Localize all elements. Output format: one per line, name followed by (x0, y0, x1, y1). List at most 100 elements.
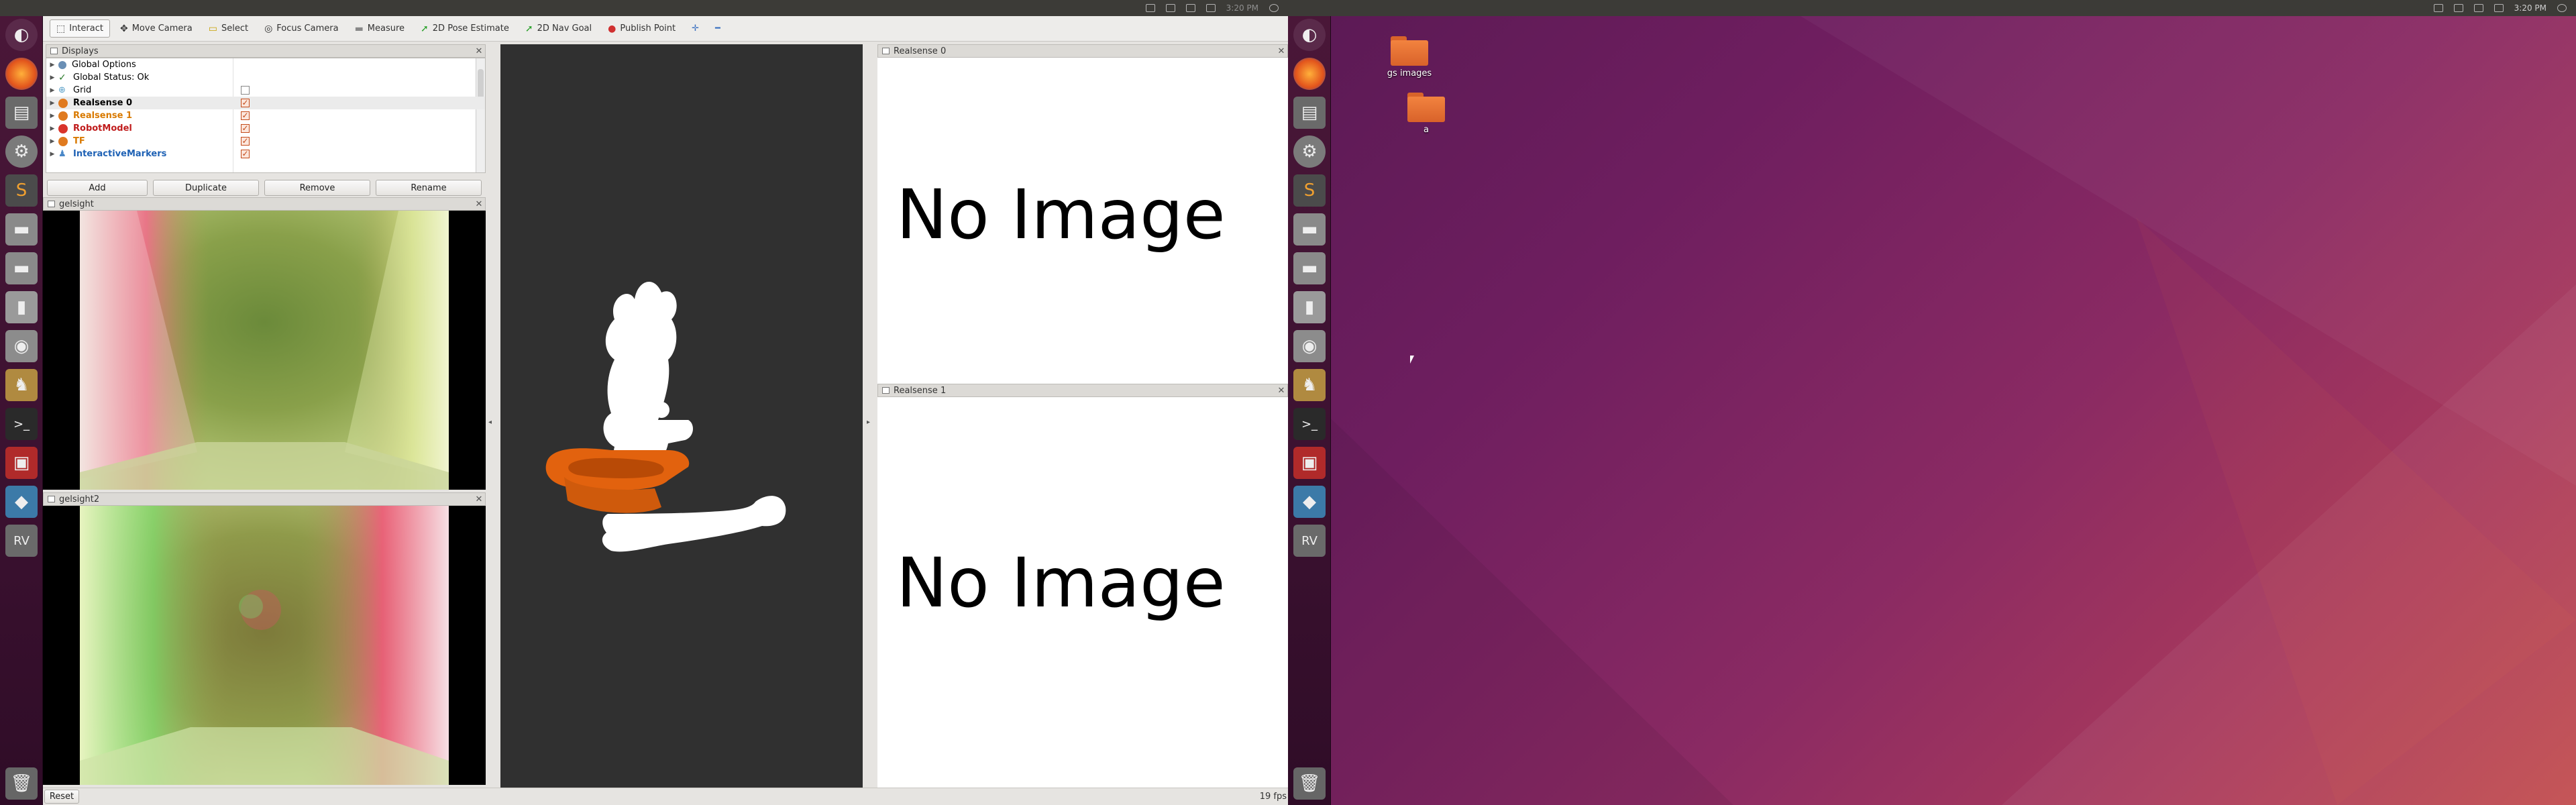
move-camera-tool-button[interactable]: ✥ Move Camera (114, 20, 199, 37)
top-panel-left: 3:20 PM (0, 0, 1288, 16)
network-icon[interactable] (2453, 4, 2463, 12)
close-icon[interactable]: ✕ (1275, 386, 1287, 396)
rviz-icon[interactable]: RV (5, 525, 38, 557)
sourcetree-icon[interactable]: ◆ (5, 486, 38, 518)
drive-icon[interactable]: ▬ (1293, 213, 1326, 246)
usb-icon[interactable]: ▮ (1293, 291, 1326, 323)
firefox-icon[interactable] (5, 58, 38, 90)
display-row-tf[interactable]: ▶ TF ✓ (46, 135, 485, 148)
reset-button[interactable]: Reset (44, 790, 79, 804)
trash-icon[interactable]: 🗑 (5, 767, 38, 800)
display-row-robot-model[interactable]: ▶ RobotModel ✓ (46, 122, 485, 135)
grid-enable-checkbox[interactable] (241, 86, 250, 95)
terminal-icon[interactable]: >_ (1293, 408, 1326, 440)
keyboard-layout-icon[interactable] (1185, 4, 1195, 12)
files-icon[interactable]: ▤ (1293, 97, 1326, 129)
duplicate-display-button[interactable]: Duplicate (153, 180, 259, 196)
gimp-icon[interactable]: ♞ (1293, 369, 1326, 401)
expand-arrow-icon[interactable]: ▶ (46, 74, 58, 81)
add-display-button[interactable]: Add (47, 180, 148, 196)
sublime-icon[interactable]: S (1293, 174, 1326, 207)
power-icon[interactable] (1269, 4, 1279, 12)
remove-tool-button[interactable]: ━ (709, 20, 727, 37)
folder-icon[interactable] (1391, 36, 1428, 66)
desktop-icon-label[interactable]: a (1386, 125, 1466, 135)
interactive-markers-enable-checkbox[interactable]: ✓ (241, 150, 250, 158)
desktop[interactable]: gs images a (1331, 16, 2576, 805)
close-icon[interactable]: ✕ (1275, 46, 1287, 56)
vscode-icon[interactable]: ▣ (1293, 447, 1326, 479)
folder-icon[interactable] (1407, 93, 1445, 122)
drive-icon[interactable]: ▬ (5, 213, 38, 246)
publish-point-tool-button[interactable]: ● Publish Point (602, 20, 682, 37)
camera-indicator-icon[interactable] (1145, 4, 1155, 12)
camera-icon[interactable]: ◉ (1293, 330, 1326, 362)
clock[interactable]: 3:20 PM (1226, 3, 1258, 13)
close-icon[interactable]: ✕ (473, 46, 485, 56)
nav-goal-tool-button[interactable]: ➚ 2D Nav Goal (519, 20, 598, 37)
sourcetree-icon[interactable]: ◆ (1293, 486, 1326, 518)
float-icon[interactable] (882, 387, 890, 394)
3d-render-view[interactable] (500, 44, 863, 788)
files-icon[interactable]: ▤ (5, 97, 38, 129)
desktop-icon-label[interactable]: gs images (1369, 68, 1450, 78)
display-row-grid[interactable]: ▶ ⊕ Grid (46, 84, 485, 97)
expand-arrow-icon[interactable]: ▶ (46, 62, 58, 68)
float-icon[interactable] (882, 48, 890, 54)
display-row-global-options[interactable]: ▶ Global Options (46, 58, 485, 71)
realsense-1-enable-checkbox[interactable]: ✓ (241, 111, 250, 120)
expand-arrow-icon[interactable]: ▶ (46, 151, 58, 158)
tf-enable-checkbox[interactable]: ✓ (241, 137, 250, 146)
select-tool-button[interactable]: ▭ Select (203, 20, 254, 37)
float-icon[interactable] (48, 496, 55, 502)
add-tool-button[interactable]: ✛ (686, 20, 705, 37)
firefox-icon[interactable] (1293, 58, 1326, 90)
trash-icon[interactable]: 🗑 (1293, 767, 1326, 800)
display-row-realsense-0[interactable]: ▶ Realsense 0 ✓ (46, 97, 485, 109)
focus-camera-tool-button[interactable]: ◎ Focus Camera (258, 20, 345, 37)
drive-icon[interactable]: ▬ (5, 252, 38, 284)
expand-arrow-icon[interactable]: ▶ (46, 125, 58, 132)
realsense-0-enable-checkbox[interactable]: ✓ (241, 99, 250, 107)
display-row-realsense-1[interactable]: ▶ Realsense 1 ✓ (46, 109, 485, 122)
rviz-icon[interactable]: RV (1293, 525, 1326, 557)
keyboard-layout-icon[interactable] (2473, 4, 2483, 12)
close-icon[interactable]: ✕ (473, 199, 485, 209)
left-splitter-handle[interactable]: ◂ (488, 419, 492, 426)
terminal-icon[interactable]: >_ (5, 408, 38, 440)
settings-icon[interactable]: ⚙ (5, 136, 38, 168)
expand-arrow-icon[interactable]: ▶ (46, 138, 58, 145)
display-row-interactive-markers[interactable]: ▶ ♟ InteractiveMarkers ✓ (46, 148, 485, 160)
expand-arrow-icon[interactable]: ▶ (46, 87, 58, 94)
remove-display-button[interactable]: Remove (264, 180, 370, 196)
drive-icon[interactable]: ▬ (1293, 252, 1326, 284)
robot-model-enable-checkbox[interactable]: ✓ (241, 124, 250, 133)
right-splitter-handle[interactable]: ▸ (867, 419, 870, 426)
float-icon[interactable] (48, 201, 55, 207)
ubuntu-dash-icon[interactable]: ◐ (1293, 19, 1326, 51)
close-icon[interactable]: ✕ (473, 494, 485, 504)
expand-arrow-icon[interactable]: ▶ (46, 100, 58, 107)
expand-arrow-icon[interactable]: ▶ (46, 113, 58, 119)
rename-display-button[interactable]: Rename (376, 180, 482, 196)
sound-icon[interactable] (1205, 4, 1216, 12)
camera-indicator-icon[interactable] (2433, 4, 2443, 12)
power-icon[interactable] (2557, 4, 2567, 12)
camera-icon[interactable]: ◉ (5, 330, 38, 362)
sound-icon[interactable] (2493, 4, 2504, 12)
clock[interactable]: 3:20 PM (2514, 3, 2546, 13)
launcher-left: ◐ ▤ ⚙ S ▬ ▬ ▮ ◉ ♞ >_ ▣ ◆ RV 🗑 (0, 16, 43, 805)
usb-icon[interactable]: ▮ (5, 291, 38, 323)
sublime-icon[interactable]: S (5, 174, 38, 207)
interact-tool-button[interactable]: ⬚ Interact (50, 19, 110, 38)
gimp-icon[interactable]: ♞ (5, 369, 38, 401)
pose-estimate-tool-button[interactable]: ➚ 2D Pose Estimate (415, 20, 515, 37)
display-row-global-status[interactable]: ▶ ✓ Global Status: Ok (46, 71, 485, 84)
network-icon[interactable] (1165, 4, 1175, 12)
measure-tool-button[interactable]: ▬ Measure (349, 20, 411, 37)
settings-icon[interactable]: ⚙ (1293, 136, 1326, 168)
vscode-icon[interactable]: ▣ (5, 447, 38, 479)
nav-goal-icon: ➚ (525, 23, 533, 34)
float-icon[interactable] (50, 48, 58, 54)
ubuntu-dash-icon[interactable]: ◐ (5, 19, 38, 51)
